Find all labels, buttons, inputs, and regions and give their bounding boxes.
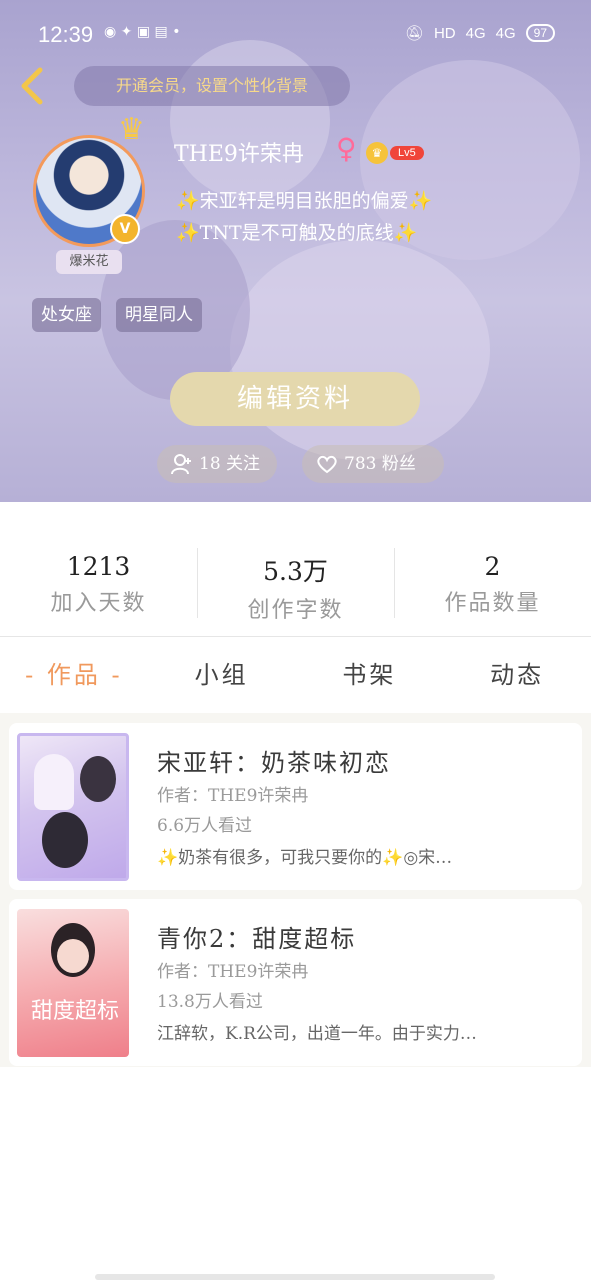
vip-background-prompt[interactable]: 开通会员，设置个性化背景 (74, 66, 350, 106)
mute-icon: 🔕︎ (404, 25, 424, 42)
stat-word-count: 5.3万 创作字数 (197, 502, 394, 636)
work-views: 6.6万人看过 (157, 816, 253, 836)
status-bar: 12:39 ◉ ✦ ▣ ▤ • 🔕︎ HD 4G 4G 97 (0, 0, 591, 70)
book-cover-image: 甜度超标 (17, 909, 129, 1057)
work-description: 江辞软，K.R公司，出道一年。由于实力… (157, 1024, 477, 1044)
status-right: 🔕︎ HD 4G 4G 97 (405, 24, 555, 42)
crown-small-icon: ♛ (366, 142, 388, 164)
work-card[interactable]: 宋亚轩：奶茶味初恋 作者：THE9许荣冉 6.6万人看过 ✨奶茶有很多，可我只要… (9, 723, 582, 890)
signal-1-label: 4G (465, 24, 486, 42)
work-description: ✨奶茶有很多，可我只要你的✨◎宋… (157, 848, 453, 868)
work-author: 作者：THE9许荣冉 (157, 962, 309, 982)
stat-value: 5.3万 (263, 557, 328, 586)
level-badge[interactable]: ♛ Lv5 (366, 142, 424, 164)
bio-line-1: ✨宋亚轩是明目张胆的偏爱✨ (176, 190, 433, 212)
back-arrow-icon[interactable] (14, 64, 50, 108)
tab-activity[interactable]: 动态 (443, 637, 591, 713)
signal-2-label: 4G (495, 24, 516, 42)
cover-text: 甜度超标 (31, 999, 120, 1024)
fans-count-label: 783 粉丝 (344, 454, 416, 474)
avatar-frame-label: 爆米花 (56, 250, 122, 274)
profile-header-background: 12:39 ◉ ✦ ▣ ▤ • 🔕︎ HD 4G 4G 97 开通会员，设置个性… (0, 0, 591, 502)
user-add-icon (171, 454, 191, 475)
follow-count-label: 18 关注 (199, 454, 261, 474)
crown-icon: ♛ (118, 112, 145, 147)
battery-icon: 97 (525, 24, 555, 42)
gesture-nav-bar[interactable] (95, 1274, 495, 1280)
work-card[interactable]: 甜度超标 青你2：甜度超标 作者：THE9许荣冉 13.8万人看过 江辞软，K.… (9, 899, 582, 1066)
stats-row: 1213 加入天数 5.3万 创作字数 2 作品数量 (0, 502, 591, 637)
tag-category[interactable]: 明星同人 (116, 298, 202, 332)
stat-label: 加入天数 (50, 591, 147, 616)
profile-tags: 处女座 明星同人 (32, 298, 202, 332)
edit-profile-button[interactable]: 编辑资料 (170, 372, 420, 426)
status-time: 12:39 (38, 22, 94, 47)
fans-count-button[interactable]: 783 粉丝 (302, 445, 444, 483)
stat-value: 2 (484, 552, 501, 581)
work-title: 宋亚轩：奶茶味初恋 (157, 749, 391, 777)
tab-bookshelf[interactable]: 书架 (296, 637, 444, 713)
stat-join-days: 1213 加入天数 (0, 502, 197, 636)
heart-icon (317, 455, 337, 474)
follow-count-button[interactable]: 18 关注 (157, 445, 277, 483)
book-cover-image (17, 733, 129, 881)
network-label: HD (433, 24, 456, 42)
tag-zodiac[interactable]: 处女座 (32, 298, 101, 332)
bio-line-2: ✨TNT是不可触及的底线✨ (176, 222, 418, 244)
work-author: 作者：THE9许荣冉 (157, 786, 309, 806)
work-views: 13.8万人看过 (157, 992, 263, 1012)
notification-icons: ◉ ✦ ▣ ▤ • (104, 24, 181, 40)
username: THE9许荣冉 (174, 142, 304, 167)
work-title: 青你2：甜度超标 (157, 925, 357, 953)
stat-value: 1213 (66, 552, 131, 581)
stat-label: 作品数量 (444, 591, 541, 616)
stat-label: 创作字数 (247, 598, 344, 623)
tab-works[interactable]: - 作品 - (0, 637, 148, 713)
verified-icon: V (110, 214, 140, 244)
profile-tabs: - 作品 - 小组 书架 动态 (0, 637, 591, 713)
stat-works-count: 2 作品数量 (394, 502, 591, 636)
level-label: Lv5 (390, 146, 424, 160)
tab-groups[interactable]: 小组 (148, 637, 296, 713)
female-icon: ♀ (336, 132, 357, 165)
